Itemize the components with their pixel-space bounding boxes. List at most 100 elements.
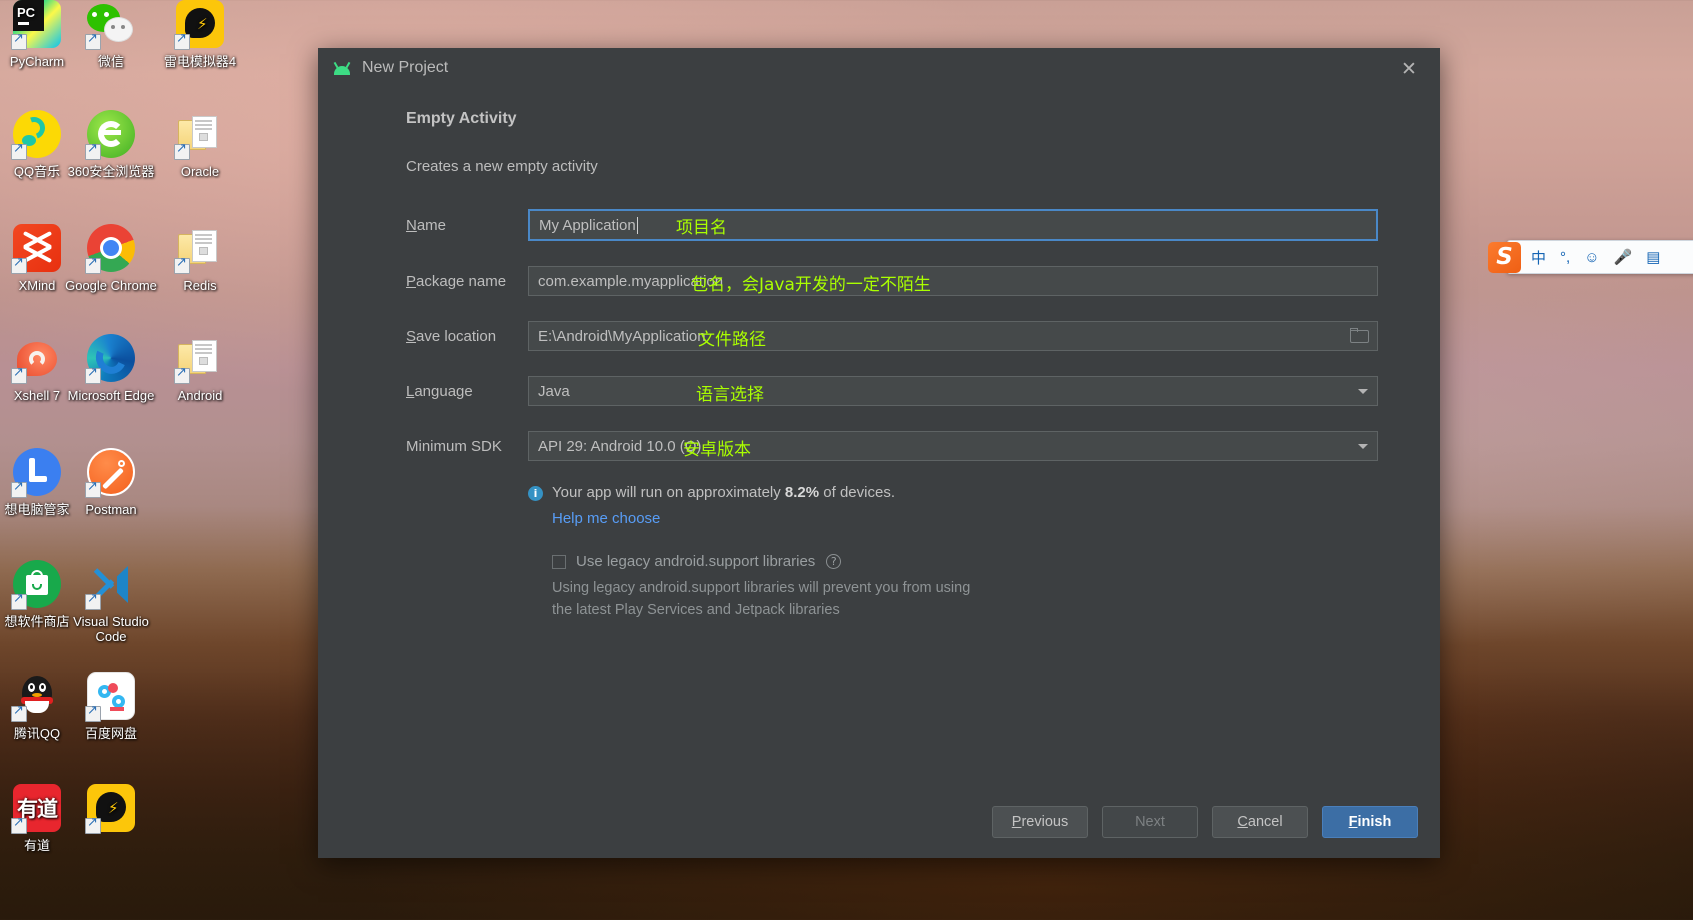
input-language[interactable]: Java: [528, 376, 1378, 406]
button-label: ancel: [1247, 814, 1283, 830]
help-question-icon[interactable]: ?: [826, 554, 842, 569]
desktop-icon-ldplayer[interactable]: ⚡: [56, 784, 166, 838]
shortcut-overlay-icon: [85, 703, 101, 722]
label-text: ave location: [416, 327, 497, 345]
desktop-icon-vscode[interactable]: Visual Studio Code: [56, 560, 166, 644]
shortcut-overlay-icon: [85, 141, 101, 160]
dialog-titlebar[interactable]: New Project ✕: [318, 48, 1440, 88]
postman-icon: [85, 448, 135, 498]
text-caret: [636, 216, 638, 234]
page-title: Empty Activity: [406, 110, 517, 127]
punctuation-mode-icon[interactable]: °,: [1553, 249, 1577, 266]
pycharm-icon: PC: [11, 0, 61, 50]
desktop-icon-folder[interactable]: Oracle: [145, 110, 255, 179]
input-package-name[interactable]: com.example.myapplication: [528, 266, 1378, 296]
finish-button[interactable]: Finish: [1322, 806, 1418, 838]
page-description: Creates a new empty activity: [406, 158, 598, 175]
shortcut-overlay-icon: [85, 591, 101, 610]
desktop-icon-label: Redis: [183, 278, 217, 293]
shortcut-overlay-icon: [85, 479, 101, 498]
new-project-dialog: New Project ✕ Empty Activity Creates a n…: [318, 48, 1440, 858]
shortcut-overlay-icon: [11, 703, 27, 722]
previous-button[interactable]: Previous: [992, 806, 1088, 838]
desktop-icon-label: Visual Studio Code: [73, 614, 149, 644]
desktop-icon-ldplayer[interactable]: ⚡ 雷电模拟器4: [145, 0, 255, 69]
cancel-button[interactable]: Cancel: [1212, 806, 1308, 838]
dialog-content: Empty Activity Creates a new empty activ…: [318, 88, 1440, 621]
desktop-icon-label: Oracle: [180, 164, 220, 179]
shortcut-overlay-icon: [174, 255, 190, 274]
ldplayer-icon: ⚡: [85, 784, 135, 834]
close-icon[interactable]: ✕: [1396, 56, 1422, 82]
desktop-icon-folder[interactable]: Redis: [145, 224, 255, 293]
shortcut-overlay-icon: [11, 141, 27, 160]
input-value: API 29: Android 10.0 (Q): [538, 437, 702, 455]
shortcut-overlay-icon: [85, 365, 101, 384]
browse-folder-icon[interactable]: [1350, 328, 1369, 344]
desktop-icon-postman[interactable]: Postman: [56, 448, 166, 517]
legacy-libraries-checkbox[interactable]: [552, 554, 566, 569]
coverage-prefix: Your app will run on approximately: [552, 484, 785, 501]
desktop-icon-baidu-netdisk[interactable]: 百度网盘: [56, 672, 166, 741]
field-label-project-name: Name: [406, 217, 528, 234]
button-label: inish: [1357, 814, 1392, 830]
baidu-netdisk-icon: [85, 672, 135, 722]
label-mnemonic: N: [406, 216, 417, 234]
input-value: Java: [538, 382, 570, 400]
info-icon: i: [528, 486, 543, 501]
coverage-suffix: of devices.: [819, 484, 895, 501]
legacy-libraries-description: Using legacy android.support libraries w…: [552, 577, 1072, 621]
qq-icon: [11, 672, 61, 722]
input-project-name[interactable]: My Application: [527, 208, 1379, 242]
help-me-choose-link[interactable]: Help me choose: [552, 510, 660, 527]
sogou-ime-toolbar[interactable]: S 中 °, ☺ 🎤 ▤: [1488, 240, 1693, 274]
button-mnemonic: F: [1348, 814, 1358, 830]
chevron-down-icon[interactable]: [1358, 389, 1368, 394]
shortcut-overlay-icon: [11, 815, 27, 834]
chrome-icon: [85, 224, 135, 274]
wechat-icon: [85, 0, 135, 50]
shortcut-overlay-icon: [11, 255, 27, 274]
folder-icon: [174, 334, 224, 384]
shortcut-overlay-icon: [85, 255, 101, 274]
label-mnemonic: S: [406, 327, 417, 345]
field-row-save-location: Save location E:\Android\MyApplication 文件路…: [406, 321, 1378, 351]
legacy-libraries-row[interactable]: Use legacy android.support libraries ?: [552, 553, 1378, 570]
shortcut-overlay-icon: [85, 31, 101, 50]
label-text: ackage name: [416, 272, 507, 290]
shortcut-overlay-icon: [174, 31, 190, 50]
button-mnemonic: C: [1237, 814, 1248, 830]
desktop-icon-label: Android: [177, 388, 223, 403]
desktop-icon-label: 有道: [23, 838, 50, 853]
shortcut-overlay-icon: [11, 591, 27, 610]
shortcut-overlay-icon: [174, 141, 190, 160]
dialog-footer: Previous Next Cancel Finish: [318, 786, 1440, 858]
input-minimum-sdk[interactable]: API 29: Android 10.0 (Q): [528, 431, 1378, 461]
voice-input-icon[interactable]: 🎤: [1607, 248, 1640, 266]
field-label-package-name: Package name: [406, 273, 528, 290]
xshell-icon: [11, 334, 61, 384]
keyboard-icon[interactable]: ▤: [1639, 248, 1667, 266]
legacy-desc-line-1: Using legacy android.support libraries w…: [552, 580, 971, 596]
next-button: Next: [1102, 806, 1198, 838]
button-label: Next: [1135, 814, 1165, 830]
button-mnemonic: P: [1011, 814, 1022, 830]
legacy-libraries-label: Use legacy android.support libraries: [576, 553, 816, 570]
shortcut-overlay-icon: [11, 365, 27, 384]
input-save-location[interactable]: E:\Android\MyApplication: [528, 321, 1378, 351]
chinese-mode-icon[interactable]: 中: [1524, 247, 1553, 268]
desktop-icon-folder[interactable]: Android: [145, 334, 255, 403]
desktop-icon-label: Postman: [85, 502, 137, 517]
field-label-save-location: Save location: [406, 328, 528, 345]
emoji-icon[interactable]: ☺: [1577, 249, 1606, 266]
field-row-minimum-sdk: Minimum SDK API 29: Android 10.0 (Q) 安卓版本: [406, 431, 1378, 461]
sogou-logo-icon[interactable]: S: [1488, 242, 1521, 273]
xmind-icon: [11, 224, 61, 274]
desktop-icon-grid: PCPyCharm微信⚡雷电模拟器4QQ音乐360安全浏览器OracleXMin…: [0, 0, 250, 920]
field-row-package-name: Package name com.example.myapplication 包名，…: [406, 266, 1378, 296]
chevron-down-icon[interactable]: [1358, 444, 1368, 449]
ldplayer-icon: ⚡: [174, 0, 224, 50]
input-value: E:\Android\MyApplication: [538, 327, 706, 345]
label-text: ame: [416, 216, 447, 234]
field-row-project-name: Name My Application 项目名: [406, 208, 1379, 242]
